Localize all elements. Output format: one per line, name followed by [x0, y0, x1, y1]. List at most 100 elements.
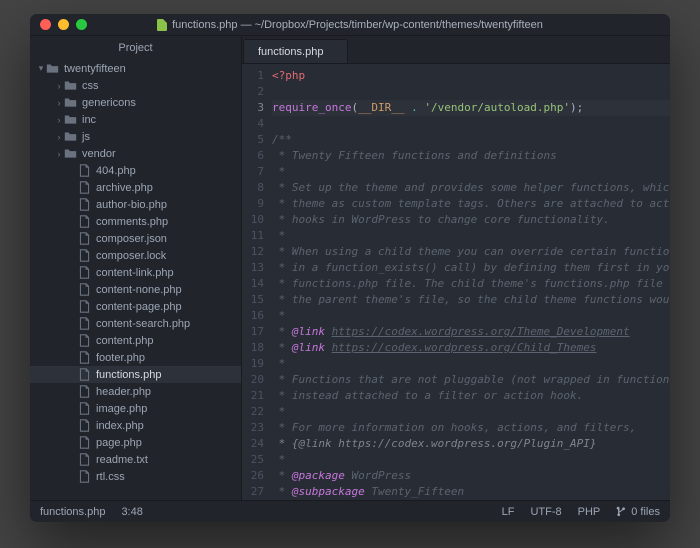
tree-file-footer-php[interactable]: footer.php	[30, 349, 241, 366]
code-line[interactable]: *	[272, 404, 670, 420]
code-line[interactable]: * the parent theme's file, so the child …	[272, 292, 670, 308]
line-number[interactable]: 15	[242, 292, 264, 308]
tree-file-image-php[interactable]: image.php	[30, 400, 241, 417]
tree-file-comments-php[interactable]: comments.php	[30, 213, 241, 230]
code-line[interactable]: * @subpackage Twenty_Fifteen	[272, 484, 670, 500]
line-number[interactable]: 17	[242, 324, 264, 340]
line-number[interactable]: 21	[242, 388, 264, 404]
line-number[interactable]: 24	[242, 436, 264, 452]
maximize-icon[interactable]	[76, 19, 87, 30]
code-line[interactable]: *	[272, 228, 670, 244]
status-encoding[interactable]: UTF-8	[530, 506, 561, 518]
code-editor[interactable]: 1234567891011121314151617181920212223242…	[242, 64, 670, 500]
code-line[interactable]: <?php	[272, 68, 670, 84]
code-line[interactable]: * in a function_exists() call) by defini…	[272, 260, 670, 276]
code-line[interactable]: * When using a child theme you can overr…	[272, 244, 670, 260]
line-number[interactable]: 9	[242, 196, 264, 212]
line-number[interactable]: 4	[242, 116, 264, 132]
code-line[interactable]	[272, 116, 670, 132]
tree-folder-inc[interactable]: ›inc	[30, 111, 241, 128]
line-number[interactable]: 12	[242, 244, 264, 260]
code-line[interactable]: * @link https://codex.wordpress.org/Chil…	[272, 340, 670, 356]
line-number[interactable]: 20	[242, 372, 264, 388]
status-cursor-pos[interactable]: 3:48	[121, 506, 142, 518]
line-number[interactable]: 1	[242, 68, 264, 84]
line-number[interactable]: 19	[242, 356, 264, 372]
tree-file-rtl-css[interactable]: rtl.css	[30, 468, 241, 485]
tree-folder-genericons[interactable]: ›genericons	[30, 94, 241, 111]
tree-file-404-php[interactable]: 404.php	[30, 162, 241, 179]
code-line[interactable]: *	[272, 308, 670, 324]
chevron-right-icon[interactable]: ›	[54, 132, 64, 142]
line-number[interactable]: 13	[242, 260, 264, 276]
chevron-down-icon[interactable]: ▾	[36, 63, 46, 74]
code-line[interactable]	[272, 84, 670, 100]
code-line[interactable]: /**	[272, 132, 670, 148]
line-number[interactable]: 23	[242, 420, 264, 436]
code-line[interactable]: * @link https://codex.wordpress.org/Them…	[272, 324, 670, 340]
source[interactable]: <?php require_once(__DIR__ . '/vendor/au…	[272, 64, 670, 500]
tree-file-content-search-php[interactable]: content-search.php	[30, 315, 241, 332]
tree-file-content-page-php[interactable]: content-page.php	[30, 298, 241, 315]
chevron-right-icon[interactable]: ›	[54, 98, 64, 108]
line-number[interactable]: 18	[242, 340, 264, 356]
line-number[interactable]: 27	[242, 484, 264, 500]
tree-folder-vendor[interactable]: ›vendor	[30, 145, 241, 162]
tree-folder-twentyfifteen[interactable]: ▾twentyfifteen	[30, 60, 241, 77]
code-line[interactable]: *	[272, 452, 670, 468]
line-number[interactable]: 16	[242, 308, 264, 324]
line-number[interactable]: 3	[242, 100, 264, 116]
tree-file-archive-php[interactable]: archive.php	[30, 179, 241, 196]
tree-file-content-link-php[interactable]: content-link.php	[30, 264, 241, 281]
line-number[interactable]: 11	[242, 228, 264, 244]
code-line[interactable]: * Twenty Fifteen functions and definitio…	[272, 148, 670, 164]
line-number[interactable]: 26	[242, 468, 264, 484]
code-line[interactable]: * hooks in WordPress to change core func…	[272, 212, 670, 228]
code-line[interactable]: * theme as custom template tags. Others …	[272, 196, 670, 212]
line-number[interactable]: 22	[242, 404, 264, 420]
status-file[interactable]: functions.php	[40, 506, 105, 518]
line-number[interactable]: 8	[242, 180, 264, 196]
line-number[interactable]: 14	[242, 276, 264, 292]
chevron-right-icon[interactable]: ›	[54, 81, 64, 91]
status-eol[interactable]: LF	[502, 506, 515, 518]
code-line[interactable]: * instead attached to a filter or action…	[272, 388, 670, 404]
tree-file-composer-lock[interactable]: composer.lock	[30, 247, 241, 264]
tree-file-composer-json[interactable]: composer.json	[30, 230, 241, 247]
tree-file-functions-php[interactable]: functions.php	[30, 366, 241, 383]
code-line[interactable]: * functions.php file. The child theme's …	[272, 276, 670, 292]
tree-file-header-php[interactable]: header.php	[30, 383, 241, 400]
tree-file-readme-txt[interactable]: readme.txt	[30, 451, 241, 468]
status-git[interactable]: 0 files	[616, 506, 660, 518]
file-tree[interactable]: ▾twentyfifteen›css›genericons›inc›js›ven…	[30, 60, 241, 500]
tree-file-author-bio-php[interactable]: author-bio.php	[30, 196, 241, 213]
chevron-right-icon[interactable]: ›	[54, 115, 64, 125]
tree-file-index-php[interactable]: index.php	[30, 417, 241, 434]
code-line[interactable]: * Functions that are not pluggable (not …	[272, 372, 670, 388]
code-line[interactable]: *	[272, 164, 670, 180]
minimize-icon[interactable]	[58, 19, 69, 30]
tree-file-content-none-php[interactable]: content-none.php	[30, 281, 241, 298]
line-number[interactable]: 25	[242, 452, 264, 468]
code-line[interactable]: * For more information on hooks, actions…	[272, 420, 670, 436]
tab-functions-php[interactable]: functions.php	[243, 39, 348, 63]
titlebar[interactable]: functions.php — ~/Dropbox/Projects/timbe…	[30, 14, 670, 36]
line-number[interactable]: 6	[242, 148, 264, 164]
line-number[interactable]: 2	[242, 84, 264, 100]
tree-folder-css[interactable]: ›css	[30, 77, 241, 94]
close-icon[interactable]	[40, 19, 51, 30]
code-line[interactable]: * Set up the theme and provides some hel…	[272, 180, 670, 196]
line-number[interactable]: 5	[242, 132, 264, 148]
code-line[interactable]: require_once(__DIR__ . '/vendor/autoload…	[272, 100, 670, 116]
chevron-right-icon[interactable]: ›	[54, 149, 64, 159]
tree-file-page-php[interactable]: page.php	[30, 434, 241, 451]
line-number[interactable]: 7	[242, 164, 264, 180]
tab-bar[interactable]: functions.php	[242, 36, 670, 64]
code-line[interactable]: * @package WordPress	[272, 468, 670, 484]
line-number[interactable]: 10	[242, 212, 264, 228]
tree-file-content-php[interactable]: content.php	[30, 332, 241, 349]
status-language[interactable]: PHP	[578, 506, 601, 518]
code-line[interactable]: * {@link https://codex.wordpress.org/Plu…	[272, 436, 670, 452]
code-line[interactable]: *	[272, 356, 670, 372]
tree-folder-js[interactable]: ›js	[30, 128, 241, 145]
